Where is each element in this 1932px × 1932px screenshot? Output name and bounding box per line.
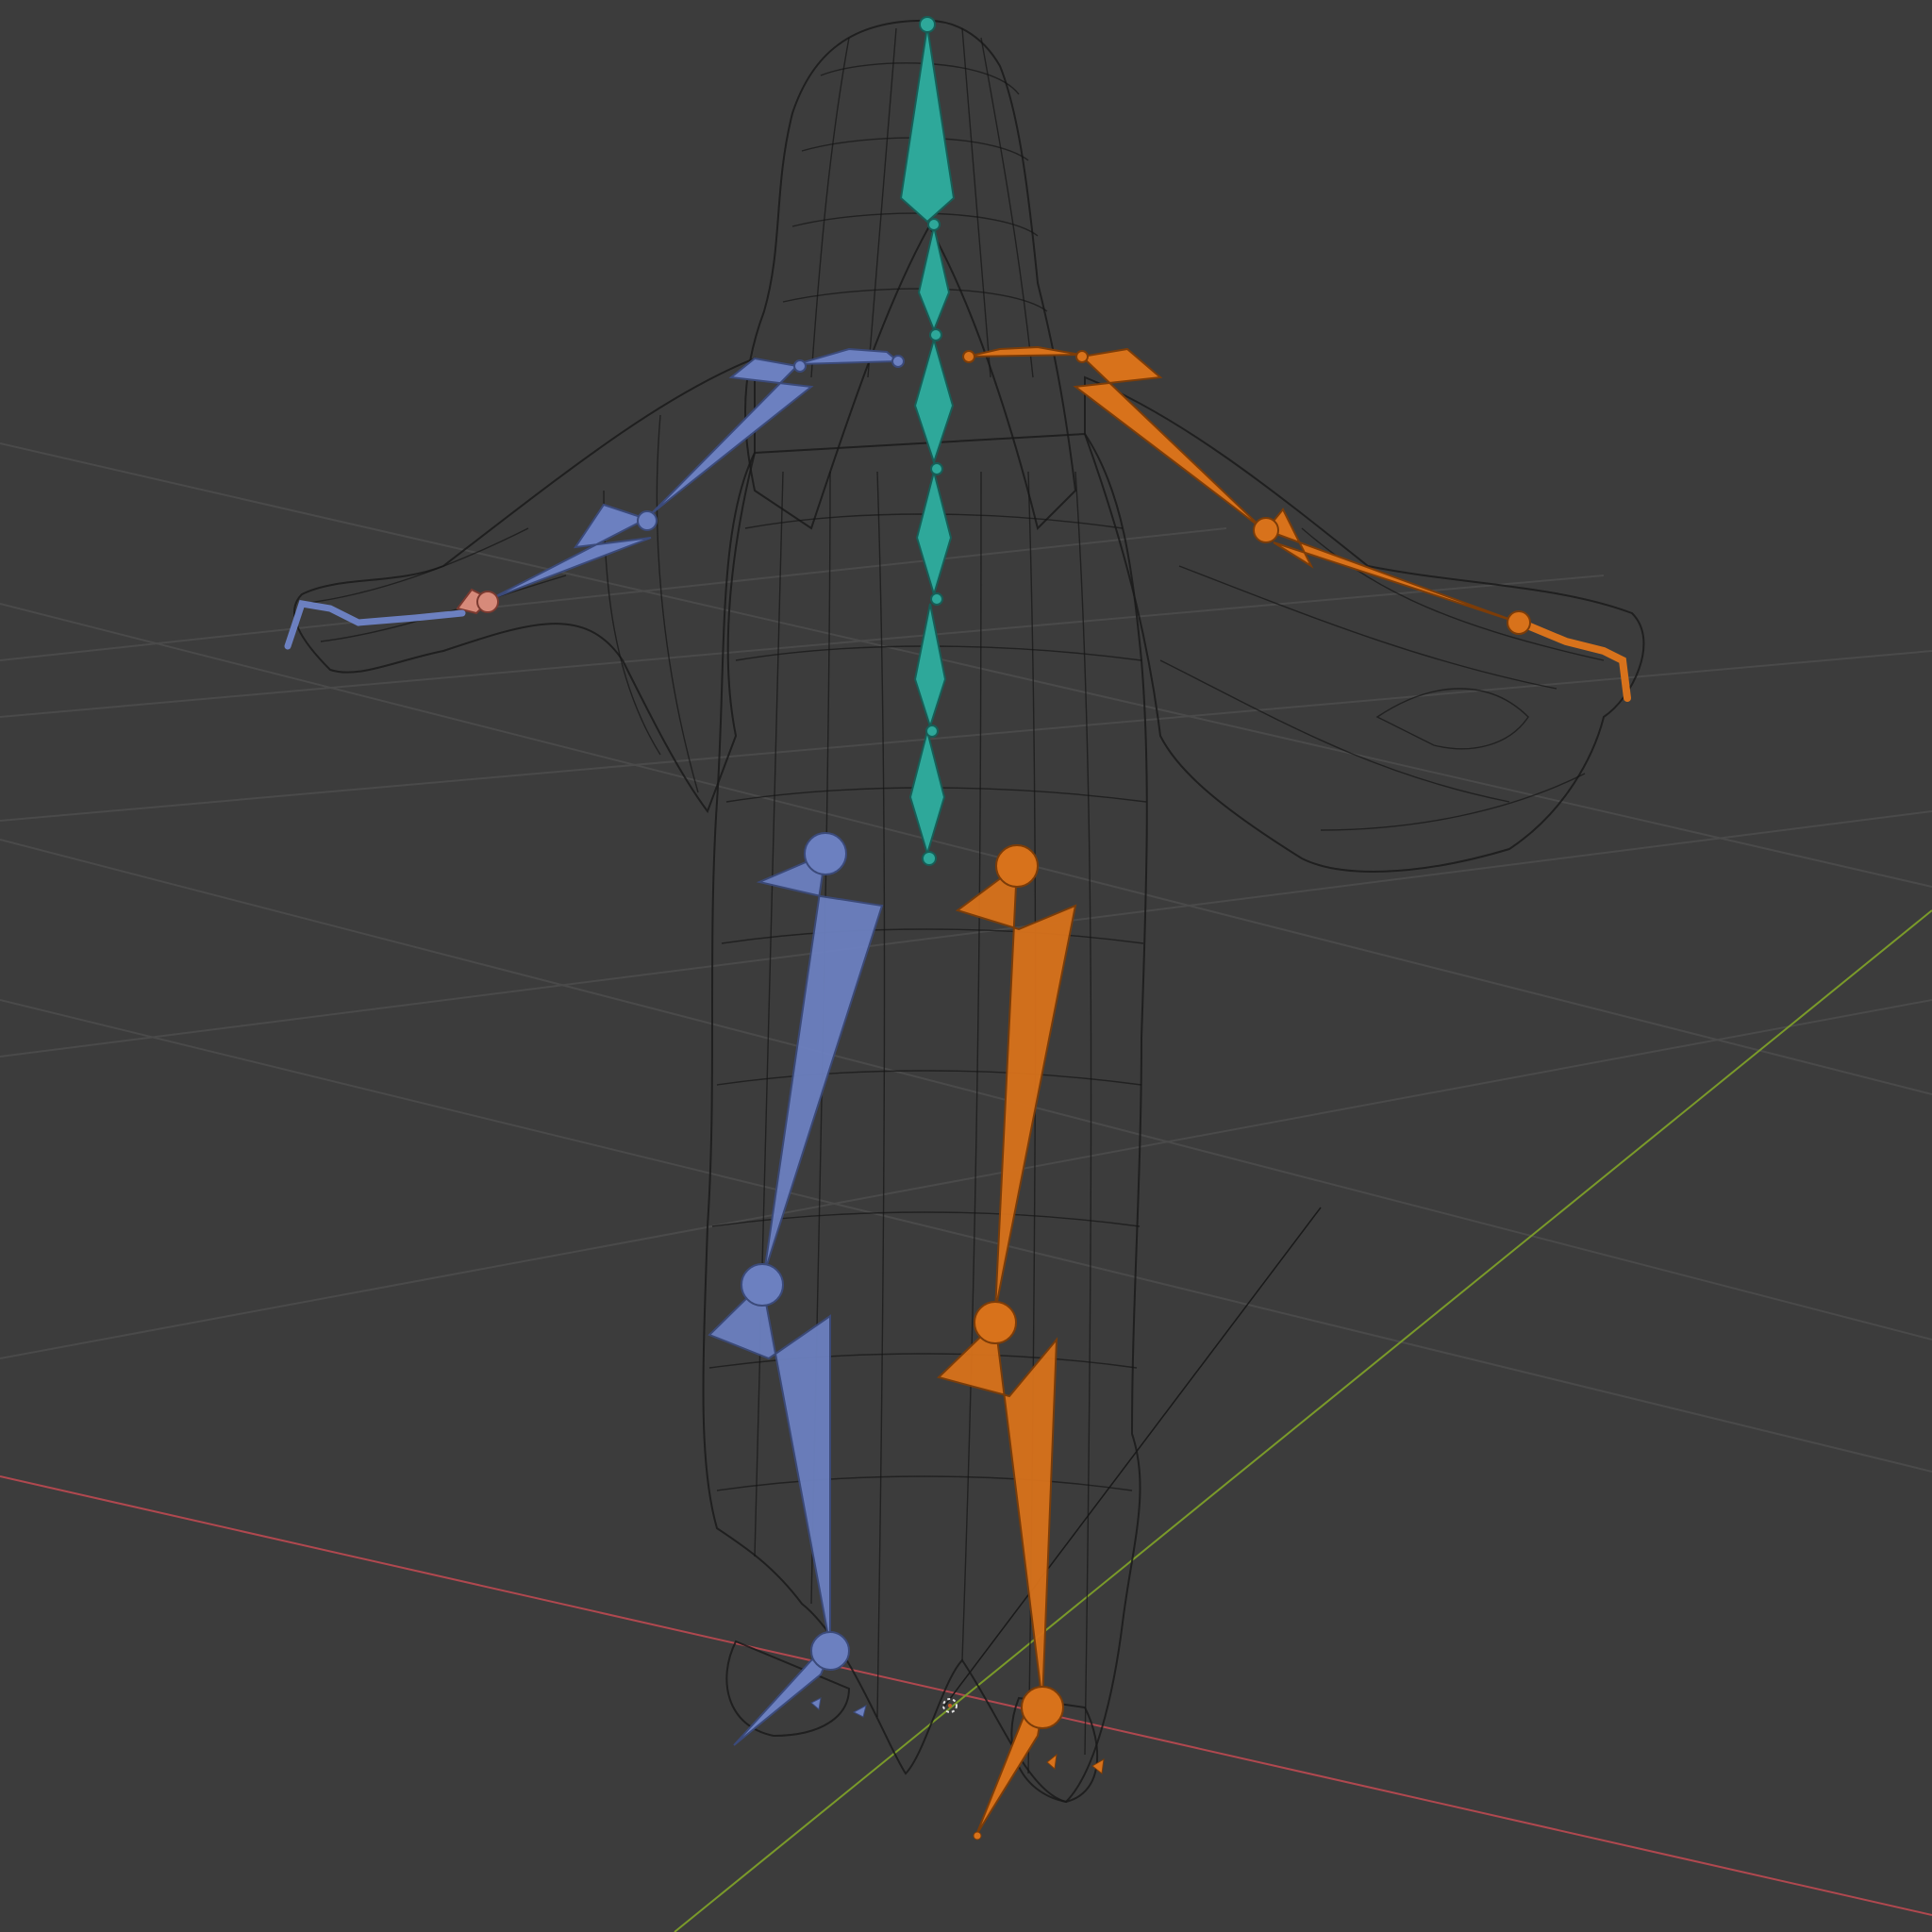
joint-spine-1[interactable] bbox=[925, 724, 939, 738]
joint-neck[interactable] bbox=[927, 218, 941, 231]
bone-toe-left-1[interactable] bbox=[810, 1697, 822, 1710]
bone-neck[interactable] bbox=[917, 225, 951, 333]
3d-viewport[interactable] bbox=[0, 0, 1932, 1932]
joint-shoulder-right[interactable] bbox=[1075, 350, 1089, 363]
bone-toe-right-2[interactable] bbox=[1091, 1758, 1105, 1774]
joint-spine-3[interactable] bbox=[930, 462, 943, 475]
bone-fingers-right[interactable] bbox=[1517, 619, 1631, 702]
bone-toe-left-2[interactable] bbox=[852, 1705, 867, 1718]
joint-head-tip[interactable] bbox=[919, 16, 936, 33]
joint-hips[interactable] bbox=[922, 851, 937, 866]
bone-fingers-left[interactable] bbox=[284, 600, 466, 650]
joint-knee-right[interactable] bbox=[974, 1301, 1017, 1344]
bone-upperarm-left[interactable] bbox=[650, 357, 814, 515]
joint-shoulder-left[interactable] bbox=[793, 359, 807, 373]
joint-toe-tip-right[interactable] bbox=[973, 1831, 982, 1840]
joint-ankle-right[interactable] bbox=[1021, 1686, 1064, 1729]
bone-upperarm-right[interactable] bbox=[1073, 347, 1265, 531]
joint-chest[interactable] bbox=[929, 328, 942, 341]
joint-knee-left[interactable] bbox=[741, 1263, 784, 1307]
joint-elbow-right[interactable] bbox=[1253, 517, 1279, 543]
joint-wrist-right[interactable] bbox=[1507, 610, 1531, 635]
joint-elbow-left[interactable] bbox=[637, 510, 658, 531]
left-leg-bones[interactable] bbox=[708, 832, 884, 1746]
joint-clavicle-right[interactable] bbox=[962, 350, 975, 363]
bone-forearm-left[interactable] bbox=[490, 503, 652, 600]
bone-forearm-right[interactable] bbox=[1264, 508, 1520, 624]
bone-toe-right-1[interactable] bbox=[1046, 1753, 1058, 1770]
bone-foot-left[interactable] bbox=[733, 1651, 832, 1746]
joint-hip-left[interactable] bbox=[804, 832, 847, 875]
floor-grid bbox=[0, 442, 1932, 1473]
left-arm-bones[interactable] bbox=[284, 347, 905, 650]
bone-head[interactable] bbox=[899, 25, 956, 224]
bone-spine-2[interactable] bbox=[913, 603, 947, 730]
right-leg-bones[interactable] bbox=[937, 844, 1105, 1840]
bone-shin-right[interactable] bbox=[937, 1320, 1058, 1704]
bone-foot-right[interactable] bbox=[975, 1707, 1044, 1836]
joint-hip-right[interactable] bbox=[995, 844, 1039, 888]
joint-wrist-left[interactable] bbox=[476, 591, 499, 613]
joint-clavicle-left[interactable] bbox=[891, 355, 905, 368]
bone-spine-3[interactable] bbox=[915, 471, 953, 598]
joint-spine-2[interactable] bbox=[930, 592, 943, 606]
joint-ankle-left[interactable] bbox=[810, 1631, 850, 1671]
